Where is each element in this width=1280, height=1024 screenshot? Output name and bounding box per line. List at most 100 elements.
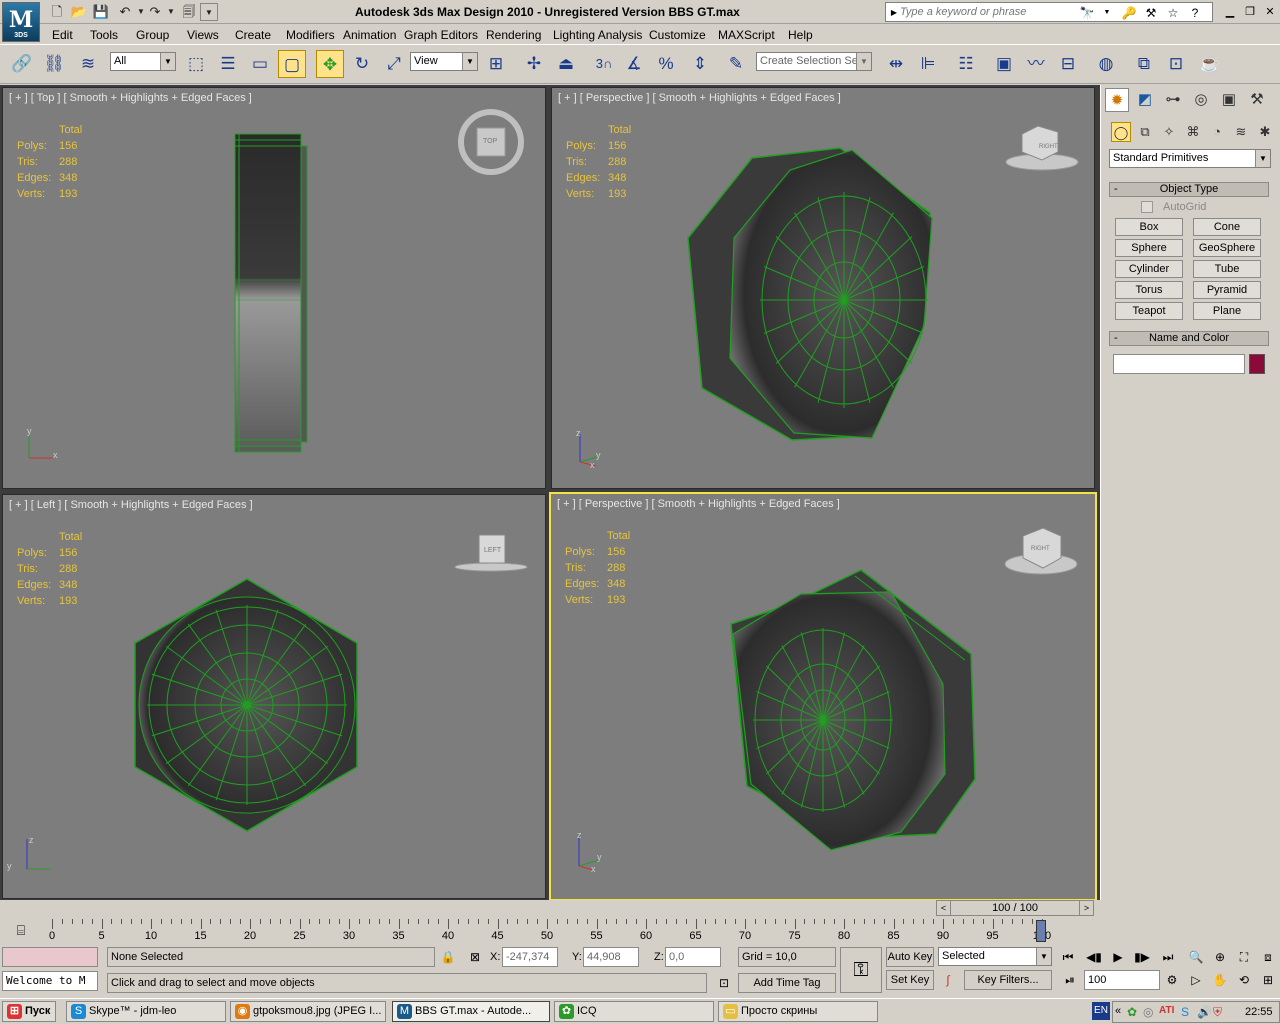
cylinder-button[interactable]: Cylinder [1115, 260, 1183, 278]
sphere-button[interactable]: Sphere [1115, 239, 1183, 257]
layer-manager-icon[interactable]: ☷ [952, 50, 980, 78]
connect-icon[interactable]: ⚒ [1142, 4, 1160, 22]
angle-snap-icon[interactable]: ∡ [620, 50, 648, 78]
selection-filter-dropdown[interactable]: All [110, 52, 176, 71]
select-by-name-icon[interactable]: ☰ [214, 50, 242, 78]
material-editor-icon[interactable]: ◍ [1092, 50, 1120, 78]
set-key-button[interactable]: Set Key [886, 970, 934, 990]
tray-skype-icon[interactable]: S [1181, 1005, 1189, 1019]
render-setup-icon[interactable]: ⧉ [1130, 50, 1158, 78]
menu-help[interactable]: Help [788, 28, 813, 42]
tray-expand-icon[interactable]: « [1115, 1005, 1121, 1017]
keyboard-shortcut-override-icon[interactable]: ⏏ [552, 50, 580, 78]
tray-icq-icon[interactable]: ✿ [1127, 1005, 1137, 1019]
menu-lighting-analysis[interactable]: Lighting Analysis [553, 28, 642, 42]
y-coordinate-field[interactable]: 44,908 [583, 947, 639, 967]
tray-ati-icon[interactable]: ATI [1159, 1005, 1174, 1016]
geometry-category-icon[interactable]: ◯ [1111, 122, 1131, 142]
viewport-top[interactable]: [ + ] [ Top ] [ Smooth + Highlights + Ed… [2, 87, 546, 489]
favorites-star-icon[interactable]: ☆ [1164, 4, 1182, 22]
name-and-color-rollout-header[interactable]: Name and Color [1109, 331, 1269, 346]
language-indicator[interactable]: EN [1092, 1002, 1110, 1020]
default-in-out-tangent-icon[interactable]: ∫ [938, 970, 958, 990]
align-icon[interactable]: ⊫ [914, 50, 942, 78]
search-dropdown-icon[interactable]: ▼ [1098, 4, 1116, 22]
window-crossing-icon[interactable]: ▢ [278, 50, 306, 78]
pan-view-icon[interactable]: ✋ [1210, 970, 1230, 990]
render-production-icon[interactable]: ☕ [1196, 50, 1224, 78]
view-cube-icon[interactable] [453, 531, 533, 581]
geosphere-button[interactable]: GeoSphere [1193, 239, 1261, 257]
add-time-tag-button[interactable]: Add Time Tag [738, 973, 836, 993]
lights-category-icon[interactable]: ✧ [1159, 122, 1179, 142]
unlink-icon[interactable]: ⛓ [40, 50, 68, 78]
zoom-extents-icon[interactable]: ⛶ [1234, 947, 1254, 967]
taskbar-item-browser[interactable]: ◉ gtpoksmou8.jpg (JPEG I... [230, 1001, 386, 1022]
app-logo-button[interactable]: M 3DS [2, 2, 40, 42]
menu-create[interactable]: Create [235, 28, 271, 42]
set-key-mode-icon[interactable]: ⚿ [840, 947, 882, 993]
time-slider-handle[interactable] [1036, 920, 1046, 942]
menu-rendering[interactable]: Rendering [486, 28, 541, 42]
maxscript-mini-listener-top[interactable] [2, 947, 98, 967]
view-cube-icon[interactable] [1003, 524, 1083, 580]
select-and-manipulate-icon[interactable]: ✢ [520, 50, 548, 78]
next-key-icon[interactable]: ▮▶ [1132, 947, 1152, 967]
taskbar-item-icq[interactable]: ✿ ICQ [554, 1001, 714, 1022]
time-configuration-icon[interactable]: ⚙ [1162, 970, 1182, 990]
tube-button[interactable]: Tube [1193, 260, 1261, 278]
zoom-icon[interactable]: 🔍 [1186, 947, 1206, 967]
restore-icon[interactable]: ❐ [1242, 4, 1258, 20]
taskbar-item-skype[interactable]: S Skype™ - jdm-leo [66, 1001, 226, 1022]
schematic-view-icon[interactable]: ⊟ [1054, 50, 1082, 78]
bind-space-warp-icon[interactable]: ≋ [74, 50, 102, 78]
z-coordinate-field[interactable]: 0,0 [665, 947, 721, 967]
new-file-icon[interactable]: 🗋 [48, 3, 66, 21]
torus-button[interactable]: Torus [1115, 281, 1183, 299]
tray-volume-icon[interactable]: 🔊 [1197, 1005, 1212, 1019]
plane-button[interactable]: Plane [1193, 302, 1261, 320]
quick-access-dropdown-icon[interactable]: ▼ [200, 3, 218, 21]
select-and-rotate-icon[interactable]: ↻ [348, 50, 376, 78]
object-name-field[interactable] [1113, 354, 1245, 374]
snaps-toggle-icon[interactable]: 3∩ [590, 50, 618, 78]
help-icon[interactable]: ? [1186, 4, 1204, 22]
spinner-snap-icon[interactable]: ⇕ [686, 50, 714, 78]
play-icon[interactable]: ▶ [1108, 947, 1128, 967]
selection-lock-icon[interactable]: 🔒 [438, 947, 458, 967]
maximize-viewport-icon[interactable]: ⊞ [1258, 970, 1278, 990]
utilities-tab-icon[interactable]: ⚒ [1245, 88, 1269, 112]
cameras-category-icon[interactable]: ⌘ [1183, 122, 1203, 142]
binoculars-icon[interactable]: 🔭 [1078, 4, 1096, 22]
key-icon[interactable]: 🔑 [1120, 4, 1138, 22]
time-slider[interactable]: < 100 / 100 > [936, 900, 1094, 916]
graphite-modeling-icon[interactable]: ▣ [990, 50, 1018, 78]
redo-dropdown-icon[interactable]: ▼ [162, 3, 180, 21]
go-to-end-icon[interactable]: ⏭ [1158, 947, 1178, 967]
motion-tab-icon[interactable]: ◎ [1189, 88, 1213, 112]
prev-frame-icon[interactable]: < [937, 901, 951, 915]
display-tab-icon[interactable]: ▣ [1217, 88, 1241, 112]
rectangle-selection-icon[interactable]: ▭ [246, 50, 274, 78]
menu-customize[interactable]: Customize [649, 28, 706, 42]
menu-graph-editors[interactable]: Graph Editors [404, 28, 478, 42]
viewport-perspective-lower[interactable]: [ + ] [ Perspective ] [ Smooth + Highlig… [549, 492, 1097, 901]
key-mode-toggle-icon[interactable]: ⏯ [1060, 970, 1080, 990]
curve-editor-icon[interactable]: 〰 [1022, 50, 1050, 78]
track-bar-toggle-icon[interactable]: ⌸ [10, 921, 32, 939]
key-filters-button[interactable]: Key Filters... [964, 970, 1052, 990]
tray-network-icon[interactable]: ◎ [1143, 1005, 1153, 1019]
select-and-scale-icon[interactable]: ⤢ [380, 50, 408, 78]
menu-modifiers[interactable]: Modifiers [286, 28, 335, 42]
tray-antivirus-icon[interactable]: ⛨ [1213, 1005, 1222, 1020]
time-tag-icon[interactable]: ⊡ [714, 973, 734, 993]
search-input[interactable] [900, 4, 1080, 20]
systems-category-icon[interactable]: ✱ [1255, 122, 1275, 142]
primitive-category-dropdown[interactable]: Standard Primitives [1109, 149, 1271, 168]
menu-edit[interactable]: Edit [52, 28, 73, 42]
object-color-swatch[interactable] [1249, 354, 1265, 374]
shapes-category-icon[interactable]: ⧉ [1135, 122, 1155, 142]
edit-named-selection-icon[interactable]: ✎ [722, 50, 750, 78]
x-coordinate-field[interactable]: -247,374 [502, 947, 558, 967]
taskbar-item-folder[interactable]: ▭ Просто скрины [718, 1001, 878, 1022]
